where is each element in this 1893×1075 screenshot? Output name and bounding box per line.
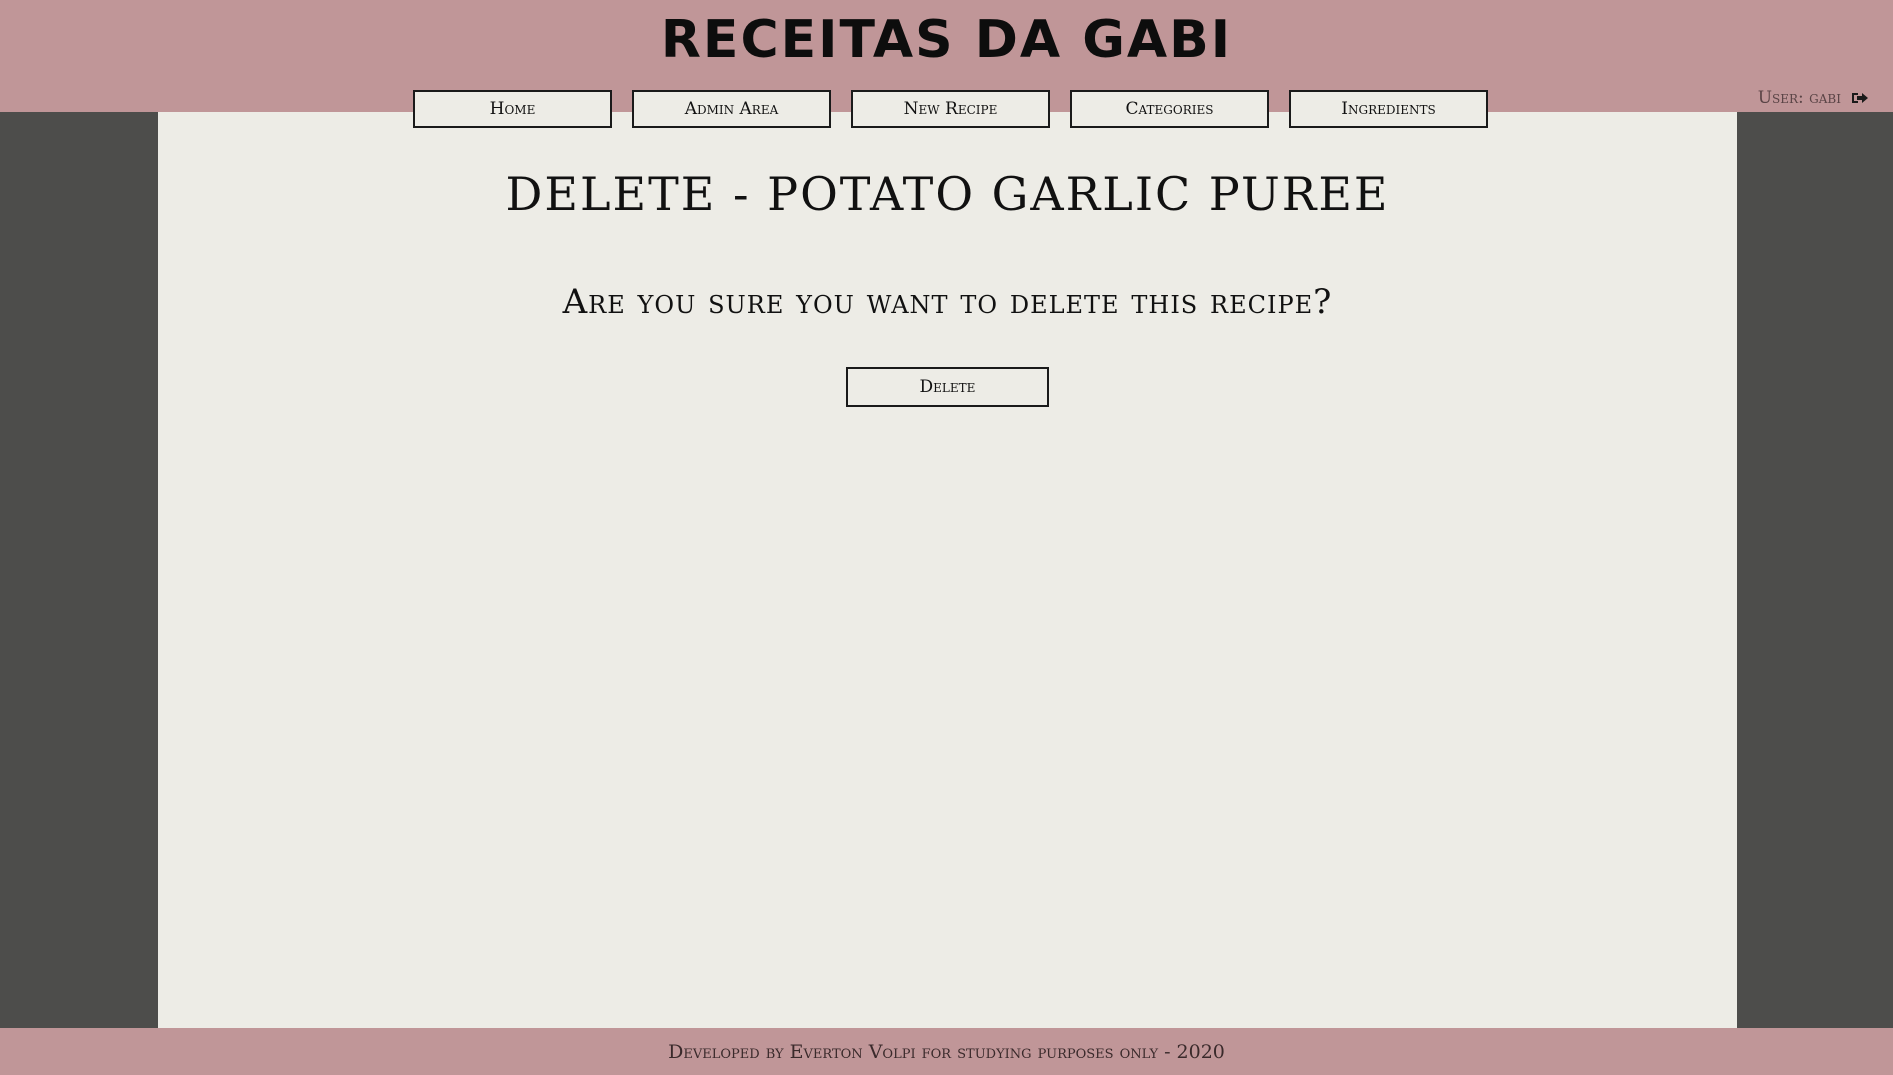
delete-button[interactable]: Delete bbox=[846, 367, 1049, 407]
site-title[interactable]: RECEITAS DA GABI bbox=[0, 10, 1893, 70]
nav-categories-button[interactable]: Categories bbox=[1070, 90, 1269, 128]
site-footer: Developed by Everton Volpi for studying … bbox=[0, 1028, 1893, 1075]
page-title: DELETE - POTATO GARLIC PUREE bbox=[505, 167, 1390, 221]
nav-ingredients-button[interactable]: Ingredients bbox=[1289, 90, 1488, 128]
footer-text: Developed by Everton Volpi for studying … bbox=[668, 1040, 1225, 1063]
user-label: User: gabi bbox=[1757, 88, 1841, 108]
main-nav: Home Admin Area New Recipe Categories In… bbox=[413, 90, 1488, 128]
confirm-message: Are you sure you want to delete this rec… bbox=[562, 282, 1333, 322]
nav-admin-area-button[interactable]: Admin Area bbox=[632, 90, 831, 128]
main-content: DELETE - POTATO GARLIC PUREE Are you sur… bbox=[158, 112, 1737, 1028]
nav-new-recipe-button[interactable]: New Recipe bbox=[851, 90, 1050, 128]
nav-home-button[interactable]: Home bbox=[413, 90, 612, 128]
user-area: User: gabi bbox=[1758, 88, 1869, 108]
sign-out-icon[interactable] bbox=[1851, 90, 1869, 106]
